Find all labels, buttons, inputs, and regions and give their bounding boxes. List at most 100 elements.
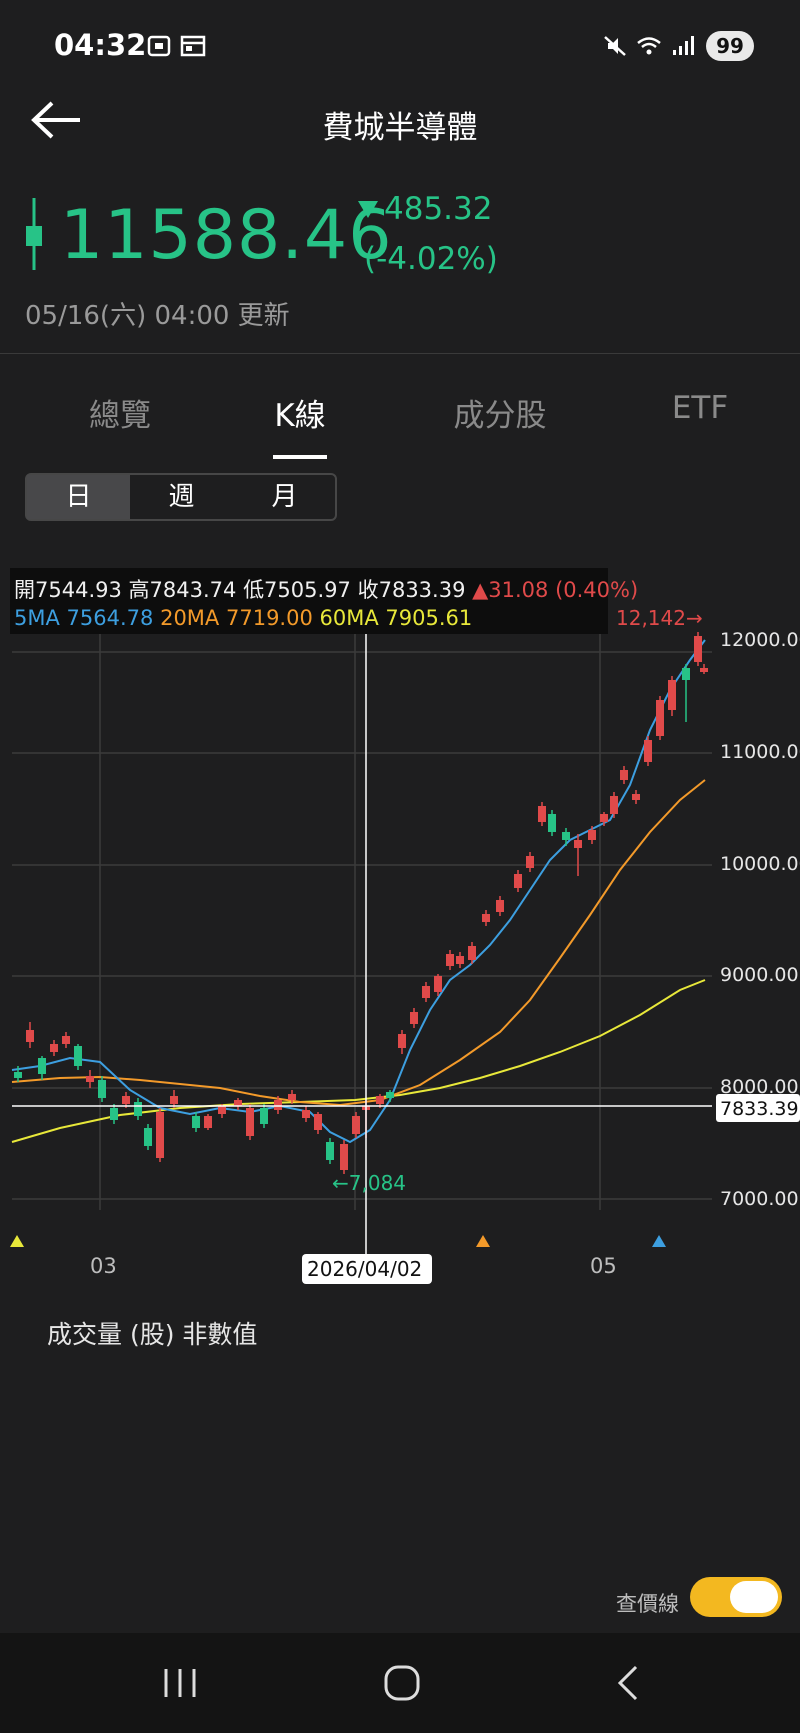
candle-body [668, 680, 676, 710]
status-time: 04:32 [54, 28, 147, 62]
candle-body [110, 1108, 118, 1120]
period-week-button[interactable]: 週 [130, 475, 233, 519]
candle-body [302, 1110, 310, 1118]
down-triangle-icon [358, 201, 378, 218]
index-price: 11588.46 [60, 196, 393, 275]
candle-body [326, 1142, 334, 1160]
ohlc-change: 31.08 (0.40%) [488, 578, 639, 602]
kline-chart[interactable]: 12000.00 11000.00 10000.00 9000.00 8000.… [0, 560, 800, 1300]
price-line-toggle-label: 查價線 [616, 1592, 679, 1616]
page-title: 費城半導體 [322, 110, 478, 146]
home-icon[interactable] [382, 1663, 422, 1703]
x-tick-label: 05 [590, 1254, 617, 1278]
candle-body [274, 1100, 282, 1110]
close-value: 收7833.39 [357, 578, 466, 602]
candle-body [422, 986, 430, 998]
candle-body [144, 1128, 152, 1146]
candle-body [218, 1106, 226, 1114]
screenshot-icon [147, 35, 171, 57]
candle-body [434, 976, 442, 992]
volume-label: 成交量 (股) 非數值 [47, 1320, 258, 1349]
candle-body [610, 796, 618, 814]
tab-kline[interactable]: K線 [250, 390, 350, 435]
candle-body [468, 946, 476, 960]
max-price-label: 12,142→ [616, 606, 703, 630]
tab-etf[interactable]: ETF [650, 390, 750, 426]
update-time: 05/16(六) 04:00 更新 [25, 301, 290, 331]
tab-active-indicator [273, 455, 327, 459]
candle-body [38, 1058, 46, 1074]
price-change: 485.32 [384, 191, 493, 227]
tab-overview[interactable]: 總覽 [60, 390, 180, 435]
wifi-icon [637, 37, 661, 55]
mute-icon [604, 36, 626, 56]
candle-body [314, 1114, 322, 1130]
candle-body [526, 856, 534, 868]
y-tick-label: 7000.00 [720, 1188, 799, 1210]
period-selector: 日 週 月 [25, 473, 337, 521]
open-value: 開7544.93 [14, 578, 122, 602]
y-tick-label: 11000.00 [720, 741, 800, 763]
candle-body [340, 1144, 348, 1170]
battery-indicator: 99 [706, 31, 754, 61]
candle-body [122, 1096, 130, 1104]
ma60-value: 7905.61 [385, 606, 473, 630]
system-nav-bar [0, 1633, 800, 1733]
candle-body [234, 1100, 242, 1106]
price-change-percent: (-4.02%) [364, 241, 498, 277]
y-tick-label: 10000.00 [720, 853, 800, 875]
candle-body [386, 1092, 394, 1098]
candle-body [632, 794, 640, 800]
ma5-value: 7564.78 [66, 606, 154, 630]
candle-body [376, 1096, 384, 1104]
toggle-knob [730, 1581, 778, 1613]
candle-body [682, 668, 690, 680]
candle-body [548, 814, 556, 832]
low-value: 低7505.97 [243, 578, 351, 602]
candle-body [410, 1012, 418, 1024]
tab-components[interactable]: 成分股 [430, 390, 570, 435]
candle-body [620, 770, 628, 780]
period-month-button[interactable]: 月 [233, 475, 336, 519]
candle-body [170, 1096, 178, 1104]
candle-body [694, 636, 702, 662]
candle-body [482, 914, 490, 922]
candle-body [134, 1102, 142, 1116]
period-day-button[interactable]: 日 [27, 475, 130, 519]
candle-body [156, 1112, 164, 1158]
high-value: 高7843.74 [128, 578, 237, 602]
orange-marker-icon [476, 1235, 490, 1247]
candle-body [644, 740, 652, 762]
signal-icon [673, 36, 694, 55]
recent-apps-icon[interactable] [160, 1665, 200, 1701]
candle-body [260, 1108, 268, 1124]
candle-body [14, 1072, 22, 1078]
ohlc-info-panel: 開7544.93 高7843.74 低7505.97 收7833.39 ▲31.… [10, 568, 638, 634]
calendar-icon [180, 35, 206, 57]
candle-body [514, 874, 522, 888]
ma60-label: 60MA [319, 606, 379, 630]
candle-body [588, 830, 596, 840]
candle-body [562, 832, 570, 840]
candle-body [656, 700, 664, 736]
candle-body [398, 1034, 406, 1048]
y-tick-label: 9000.00 [720, 964, 799, 986]
ma20-value: 7719.00 [225, 606, 313, 630]
candle-body [700, 668, 708, 672]
candle-body [204, 1116, 212, 1128]
candle-body [62, 1036, 70, 1044]
back-nav-icon[interactable] [612, 1663, 642, 1703]
candle-icon [26, 198, 42, 270]
candle-body [456, 956, 464, 964]
candlesticks [14, 632, 708, 1174]
ma20-label: 20MA [160, 606, 220, 630]
divider [0, 353, 800, 354]
up-triangle-icon: ▲ [472, 578, 489, 602]
candle-body [50, 1044, 58, 1052]
price-line-toggle[interactable] [690, 1577, 782, 1617]
candle-body [496, 900, 504, 912]
blue-marker-icon [652, 1235, 666, 1247]
candle-body [600, 814, 608, 822]
candle-body [192, 1116, 200, 1128]
candle-body [86, 1076, 94, 1082]
